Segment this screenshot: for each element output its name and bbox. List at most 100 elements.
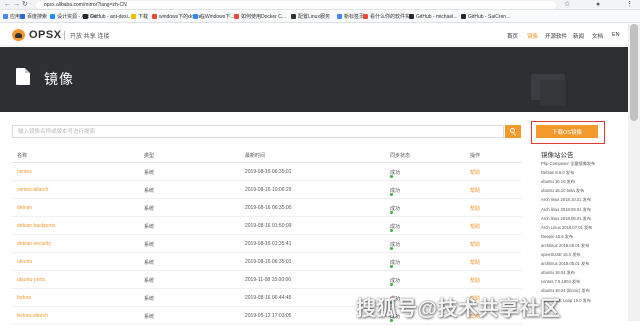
bookmark-favicon-icon: [337, 14, 342, 19]
bookmark-item[interactable]: GitHub - michael...: [409, 13, 457, 21]
nav-news[interactable]: 新闻: [573, 32, 584, 40]
nav-en[interactable]: EN: [612, 32, 620, 38]
notice-item[interactable]: Php Composer 全量镜像发布: [541, 161, 595, 167]
table-row: ubuntu 系统 2019-08-16 06:35:01 成功 帮助: [12, 253, 522, 271]
mirror-name-link[interactable]: debian-security: [17, 241, 51, 247]
logo-text[interactable]: OPSX: [29, 29, 62, 41]
notice-item[interactable]: Deepin 15.6 发布: [541, 234, 573, 240]
mirror-name-link[interactable]: centos-altarch: [17, 187, 48, 193]
mirror-name-link[interactable]: debian-backports: [17, 223, 55, 229]
download-os-image-button[interactable]: 下载OS镜像: [536, 125, 598, 138]
scrollbar-thumb[interactable]: [630, 24, 638, 121]
bookmark-item[interactable]: 如何使用Docker C...: [234, 13, 286, 21]
sync-status: 成功: [390, 259, 400, 268]
bookmark-label: GitHub - michael...: [416, 14, 458, 20]
star-icon[interactable]: ☆: [564, 1, 570, 9]
mirror-name-link[interactable]: ubuntu: [17, 259, 32, 265]
status-dot-icon: [390, 229, 393, 232]
mirror-name-link[interactable]: centos: [17, 169, 32, 175]
notice-item[interactable]: Debian 9.6.0 发布: [541, 170, 574, 176]
bookmark-item[interactable]: 下载: [131, 13, 148, 21]
search-button[interactable]: [505, 125, 521, 138]
forward-icon[interactable]: →: [13, 1, 20, 9]
document-icon: [16, 68, 30, 85]
status-dot-icon: [390, 283, 393, 286]
bookmark-label: 新标签页: [344, 14, 365, 20]
mirror-updated-time: 2019-08-16 01:50:09: [245, 223, 292, 229]
bookmark-item[interactable]: 看什么你的软件实...: [363, 13, 414, 21]
mirror-type: 系统: [144, 314, 155, 320]
bookmark-favicon-icon: [409, 14, 414, 19]
bookmark-label: 下载: [138, 14, 149, 20]
status-dot-icon: [390, 265, 393, 268]
sync-status: 成功: [390, 241, 400, 250]
notice-item[interactable]: Arch linux 2018.09.01 发布: [541, 207, 591, 213]
table-row: debian 系统 2019-08-16 06:35:00 成功 帮助: [12, 199, 522, 217]
help-link[interactable]: 帮助: [470, 187, 480, 194]
column-header-time: 最新时间: [245, 153, 266, 159]
mirror-type: 系统: [144, 188, 155, 194]
bookmark-label: 在Windows下...: [200, 14, 235, 20]
notice-item[interactable]: Arch Linux 2018.07.01 发布: [541, 225, 592, 231]
column-header-action: 操作: [470, 153, 481, 159]
bookmark-item[interactable]: 应用: [3, 13, 20, 21]
notice-item[interactable]: Arch linux 2018.08.01 发布: [541, 216, 591, 222]
nav-opensource[interactable]: 开源软件: [545, 32, 567, 40]
bookmark-favicon-icon: [131, 14, 136, 19]
notice-item[interactable]: ubuntu 16.10 beta 发布: [541, 188, 584, 194]
help-link[interactable]: 帮助: [470, 205, 480, 212]
sync-status: 成功: [390, 277, 400, 286]
bookmark-item[interactable]: 新标签页: [337, 13, 364, 21]
help-link[interactable]: 帮助: [470, 223, 480, 230]
mirror-name-link[interactable]: debian: [17, 205, 32, 211]
notice-item[interactable]: centos 7.5.1804 发布: [541, 279, 580, 285]
bookmark-item[interactable]: 百度搜索: [20, 13, 47, 21]
bookmark-item[interactable]: GitHub - SaiCren...: [461, 13, 510, 21]
bookmark-favicon-icon: [291, 14, 296, 19]
notice-item[interactable]: archlinux 2018.05.01 发布: [541, 261, 589, 267]
page-banner: 镜像: [0, 47, 628, 112]
status-dot-icon: [390, 175, 393, 178]
back-icon[interactable]: ←: [4, 1, 11, 9]
status-dot-icon: [390, 211, 393, 214]
search-input[interactable]: [12, 125, 504, 138]
column-header-status: 同步状态: [390, 153, 411, 159]
opsx-logo-icon[interactable]: [12, 29, 25, 41]
mirror-type: 系统: [144, 242, 155, 248]
help-link[interactable]: 帮助: [470, 241, 480, 248]
bookmark-label: 如何使用Docker C...: [241, 14, 287, 20]
profile-icon[interactable]: ●: [596, 1, 600, 9]
bookmark-label: GitHub - ant-desi...: [90, 14, 132, 20]
nav-home[interactable]: 首页: [507, 32, 518, 40]
bookmark-item[interactable]: 在Windows下...: [193, 13, 234, 21]
address-url: opsx.alibaba.com/mirror?lang=zh-CN: [44, 2, 127, 8]
nav-mirror[interactable]: 镜像: [527, 32, 538, 40]
help-link[interactable]: 帮助: [470, 259, 480, 266]
mirror-name-link[interactable]: fedora: [17, 295, 31, 301]
banner-decoration: [540, 80, 566, 106]
notice-item[interactable]: ubuntu 16.10 发布: [541, 179, 575, 185]
bookmark-favicon-icon: [363, 14, 368, 19]
browser-toolbar: ← → ↻ opsx.alibaba.com/mirror?lang=zh-CN…: [0, 0, 640, 10]
bookmark-favicon-icon: [20, 14, 25, 19]
help-link[interactable]: 帮助: [470, 277, 480, 284]
bookmark-item[interactable]: GitHub - ant-desi...: [83, 13, 132, 21]
bookmark-item[interactable]: 配置Linux服务: [291, 13, 330, 21]
notice-item[interactable]: openSUSE 15.0 发布: [541, 252, 581, 258]
notice-title: 镜像站公告: [541, 152, 574, 159]
bookmark-label: 应用: [10, 14, 21, 20]
notice-item[interactable]: Arch linux 2018.10.01 发布: [541, 197, 591, 203]
reload-icon[interactable]: ↻: [22, 1, 28, 9]
menu-icon[interactable]: ⋮: [626, 1, 633, 9]
mirror-name-link[interactable]: ubuntu-ports: [17, 277, 45, 283]
bookmark-favicon-icon: [152, 14, 157, 19]
mirror-updated-time: 2019-08-16 06:35:00: [245, 205, 292, 211]
mirror-name-link[interactable]: fedora-altarch: [17, 313, 48, 319]
table-row: debian-security 系统 2019-08-16 01:35:41 成功 帮助: [12, 235, 522, 253]
mirror-type: 系统: [144, 278, 155, 284]
notice-item[interactable]: ubuntu 18.04 发布: [541, 270, 575, 276]
notice-item[interactable]: archlinux 2018.06.01 发布: [541, 243, 589, 249]
nav-docs[interactable]: 文档: [592, 32, 603, 40]
help-link[interactable]: 帮助: [470, 169, 480, 176]
mirror-updated-time: 2019-05-12 17:03:05: [245, 313, 292, 319]
